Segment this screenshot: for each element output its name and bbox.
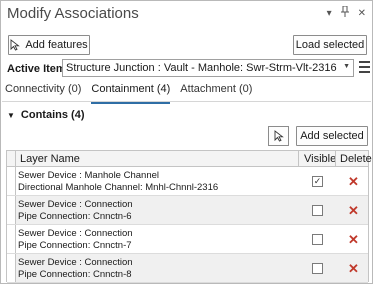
table-row[interactable]: Sewer Device : Connection Pipe Connectio… — [7, 254, 368, 283]
row-marker — [7, 196, 16, 224]
title-controls: ▾ ✕ — [327, 5, 366, 21]
row-marker — [7, 167, 16, 195]
tabs-divider — [2, 101, 371, 102]
column-visible[interactable]: Visible — [304, 153, 336, 165]
active-item-value: Structure Junction : Vault - Manhole: Sw… — [66, 62, 337, 74]
row-feature-name: Pipe Connection: Cnnctn-6 — [18, 211, 132, 222]
association-tabs: Connectivity (0) Containment (4) Attachm… — [5, 83, 262, 104]
delete-icon[interactable]: ✕ — [348, 232, 359, 248]
active-item-label: Active Item: — [7, 63, 70, 75]
close-icon[interactable]: ✕ — [358, 8, 366, 20]
row-feature-name: Directional Manhole Channel: Mnhl-Chnnl-… — [18, 182, 219, 193]
visible-checkbox[interactable] — [312, 205, 323, 216]
table-row[interactable]: Sewer Device : Manhole Channel Direction… — [7, 167, 368, 196]
delete-icon[interactable]: ✕ — [348, 203, 359, 219]
pin-icon[interactable] — [340, 5, 349, 21]
pane-title: Modify Associations — [7, 5, 139, 22]
table-row[interactable]: Sewer Device : Connection Pipe Connectio… — [7, 196, 368, 225]
select-cursor-icon — [10, 39, 21, 51]
add-selected-button[interactable]: Add selected — [296, 126, 368, 146]
add-features-button[interactable]: Add features — [8, 35, 90, 55]
row-feature-name: Pipe Connection: Cnnctn-8 — [18, 269, 132, 280]
active-item-select[interactable]: Structure Junction : Vault - Manhole: Sw… — [62, 59, 354, 77]
contains-title: Contains (4) — [20, 109, 85, 121]
row-marker — [7, 225, 16, 253]
add-features-label: Add features — [25, 39, 88, 51]
column-layer-name[interactable]: Layer Name — [20, 153, 80, 165]
visible-checkbox[interactable] — [312, 234, 323, 245]
row-layer-type: Sewer Device : Connection — [18, 228, 133, 239]
delete-icon[interactable]: ✕ — [348, 261, 359, 277]
contains-table: Layer Name Visible Delete Sewer Device :… — [6, 150, 372, 283]
table-header: Layer Name Visible Delete — [7, 151, 372, 167]
select-features-button[interactable] — [268, 126, 289, 146]
contains-section-header[interactable]: ▼ Contains (4) — [7, 109, 84, 121]
dropdown-icon[interactable]: ▾ — [327, 8, 332, 20]
row-marker — [7, 254, 16, 282]
load-selected-button[interactable]: Load selected — [293, 35, 367, 55]
column-delete[interactable]: Delete — [340, 153, 372, 165]
row-marker-header — [7, 151, 16, 166]
tab-attachment[interactable]: Attachment (0) — [180, 83, 252, 101]
table-row[interactable]: Sewer Device : Connection Pipe Connectio… — [7, 225, 368, 254]
modify-associations-pane: Modify Associations ▾ ✕ Add features Loa… — [0, 0, 373, 284]
chevron-down-icon: ▼ — [7, 110, 15, 120]
column-divider — [298, 151, 299, 167]
visible-checkbox[interactable] — [312, 263, 323, 274]
title-bar: Modify Associations ▾ ✕ — [1, 1, 372, 29]
column-divider — [335, 151, 336, 167]
select-cursor-icon — [274, 130, 284, 142]
visible-checkbox[interactable]: ✓ — [312, 176, 323, 187]
tab-containment[interactable]: Containment (4) — [91, 83, 170, 104]
row-layer-type: Sewer Device : Connection — [18, 199, 133, 210]
delete-icon[interactable]: ✕ — [348, 174, 359, 190]
tab-connectivity[interactable]: Connectivity (0) — [5, 83, 81, 101]
row-layer-type: Sewer Device : Manhole Channel — [18, 170, 159, 181]
menu-icon[interactable] — [359, 61, 370, 73]
row-layer-type: Sewer Device : Connection — [18, 257, 133, 268]
row-feature-name: Pipe Connection: Cnnctn-7 — [18, 240, 132, 251]
chevron-down-icon: ▼ — [343, 63, 350, 70]
